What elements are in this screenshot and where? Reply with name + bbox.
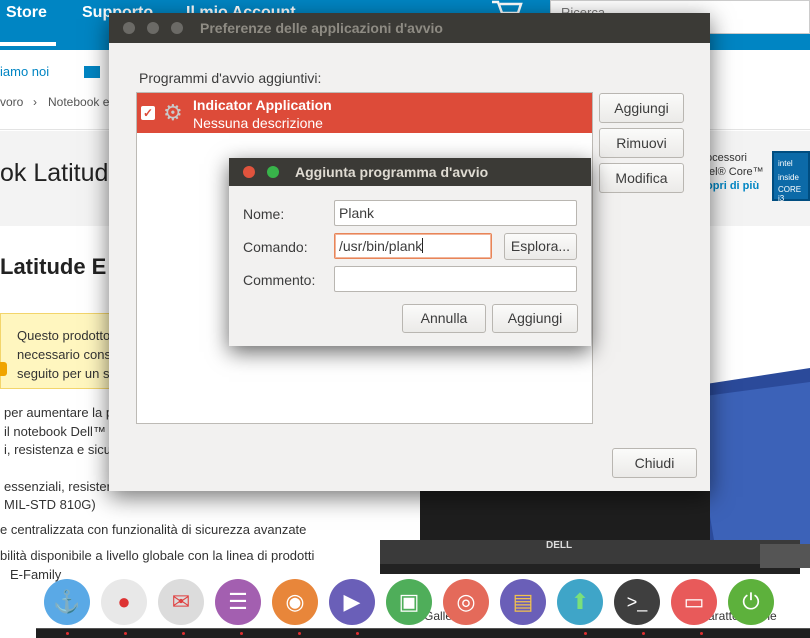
command-field[interactable]: /usr/bin/plank bbox=[334, 233, 492, 259]
notice-line-3: seguito per un s bbox=[17, 366, 110, 381]
warning-icon bbox=[0, 362, 7, 376]
terminal-icon[interactable]: >_ bbox=[614, 579, 660, 625]
add-startup-program-dialog: Aggiunta programma d'avvio Nome: Plank C… bbox=[229, 158, 591, 346]
slides-icon[interactable]: ▭ bbox=[671, 579, 717, 625]
dell-logo-text: DELL bbox=[546, 540, 572, 551]
remove-program-button[interactable]: Rimuovi bbox=[599, 128, 684, 158]
update-icon[interactable]: ⬆ bbox=[557, 579, 603, 625]
notice-line-2: necessario cons bbox=[17, 347, 111, 362]
chrome-icon[interactable]: ● bbox=[101, 579, 147, 625]
learn-more-link[interactable]: opri di più bbox=[706, 180, 759, 192]
mail-icon[interactable]: ✉ bbox=[158, 579, 204, 625]
body-line-2: il notebook Dell™ L bbox=[4, 424, 117, 439]
breadcrumb-separator: › bbox=[33, 95, 37, 109]
main-titlebar[interactable]: Preferenze delle applicazioni d'avvio bbox=[109, 13, 710, 43]
breadcrumb-item-2[interactable]: Notebook e bbox=[48, 95, 109, 109]
video-icon[interactable]: ▶ bbox=[329, 579, 375, 625]
notice-line-1: Questo prodotto bbox=[17, 328, 111, 343]
maximize-window-icon[interactable] bbox=[171, 22, 183, 34]
power-icon[interactable]: ⏻ bbox=[728, 579, 774, 625]
edit-program-button[interactable]: Modifica bbox=[599, 163, 684, 193]
nav-store[interactable]: Store bbox=[6, 4, 47, 22]
processor-line-1: ocessori bbox=[706, 152, 747, 164]
intel-badge-line-1: intel bbox=[778, 159, 793, 168]
close-dialog-icon[interactable] bbox=[243, 166, 255, 178]
text-caret bbox=[422, 238, 424, 253]
minimize-window-icon[interactable] bbox=[147, 22, 159, 34]
intel-badge-line-2: inside bbox=[778, 173, 799, 182]
contact-link[interactable]: iamo noi bbox=[0, 64, 49, 79]
confirm-add-button[interactable]: Aggiungi bbox=[492, 304, 578, 333]
body-line-6: e centralizzata con funzionalità di sicu… bbox=[0, 522, 307, 537]
startup-programs-label: Programmi d'avvio aggiuntivi: bbox=[139, 70, 322, 86]
anchor-icon[interactable]: ⚓ bbox=[44, 579, 90, 625]
document-icon[interactable]: ☰ bbox=[215, 579, 261, 625]
gear-icon: ⚙ bbox=[163, 100, 183, 125]
program-description: Nessuna descrizione bbox=[193, 115, 323, 131]
list-item[interactable]: ✓ ⚙ Indicator Application Nessuna descri… bbox=[137, 93, 592, 133]
program-name: Indicator Application bbox=[193, 97, 332, 113]
cancel-button[interactable]: Annulla bbox=[402, 304, 486, 333]
intel-badge: intel inside CORE i3 bbox=[772, 151, 810, 203]
dock-bar bbox=[36, 628, 810, 638]
name-label: Nome: bbox=[243, 206, 285, 222]
body-line-1: per aumentare la p bbox=[4, 405, 114, 420]
product-title: ok Latitude bbox=[0, 159, 123, 187]
speaker-icon[interactable]: ◉ bbox=[272, 579, 318, 625]
body-line-3: i, resistenza e sicu bbox=[4, 442, 111, 457]
add-program-button[interactable]: Aggiungi bbox=[599, 93, 684, 123]
body-line-5: MIL-STD 810G) bbox=[4, 497, 96, 512]
browse-button[interactable]: Esplora... bbox=[504, 233, 577, 260]
store-underline bbox=[0, 42, 56, 46]
processor-info: ocessori tel® Core™ opri di più bbox=[706, 151, 764, 193]
camera-icon[interactable]: ◎ bbox=[443, 579, 489, 625]
processor-line-2: tel® Core™ bbox=[706, 166, 764, 178]
command-label: Comando: bbox=[243, 239, 308, 255]
comment-label: Commento: bbox=[243, 272, 316, 288]
main-window-title: Preferenze delle applicazioni d'avvio bbox=[200, 20, 443, 36]
close-button[interactable]: Chiudi bbox=[612, 448, 697, 478]
body-line-8: E-Family bbox=[10, 567, 62, 582]
enabled-checkbox[interactable]: ✓ bbox=[141, 106, 155, 120]
body-line-7: bilità disponibile a livello globale con… bbox=[0, 548, 315, 563]
comment-field[interactable] bbox=[334, 266, 577, 292]
breadcrumb-item-1[interactable]: voro bbox=[0, 95, 23, 109]
command-value: /usr/bin/plank bbox=[339, 238, 423, 254]
product-heading: Latitude E bbox=[0, 254, 107, 279]
files-icon[interactable]: ▤ bbox=[500, 579, 546, 625]
name-field[interactable]: Plank bbox=[334, 200, 577, 226]
intel-badge-line-3: CORE i3 bbox=[778, 185, 802, 203]
close-window-icon[interactable] bbox=[123, 22, 135, 34]
body-line-4: essenziali, resister bbox=[4, 479, 111, 494]
image-viewer-icon[interactable]: ▣ bbox=[386, 579, 432, 625]
chat-icon[interactable] bbox=[84, 66, 100, 78]
add-dialog-titlebar[interactable]: Aggiunta programma d'avvio bbox=[229, 158, 591, 186]
maximize-dialog-icon[interactable] bbox=[267, 166, 279, 178]
add-dialog-title: Aggiunta programma d'avvio bbox=[295, 164, 489, 180]
